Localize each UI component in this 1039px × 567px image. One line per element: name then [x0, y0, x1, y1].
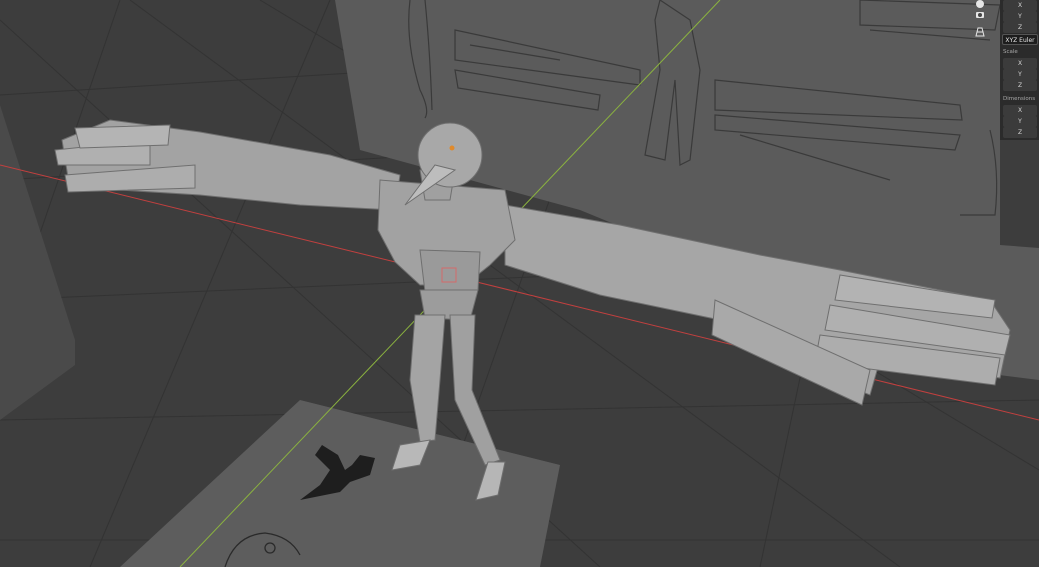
rotation-y-field[interactable]: Y: [1003, 11, 1037, 22]
scale-header: Scale: [1003, 49, 1018, 55]
scale-z-field[interactable]: Z: [1003, 80, 1037, 91]
dimensions-y-field[interactable]: Y: [1003, 116, 1037, 127]
dimensions-z-field[interactable]: Z: [1003, 127, 1037, 138]
grid-toggle-icon[interactable]: [974, 26, 986, 38]
transform-panel: X Y Z XYZ Euler Scale X Y Z Dimensions X…: [1000, 0, 1039, 140]
scale-x-field[interactable]: X: [1003, 58, 1037, 69]
object-origin[interactable]: [449, 145, 455, 151]
rotation-mode-select[interactable]: XYZ Euler: [1002, 34, 1038, 45]
scale-y-field[interactable]: Y: [1003, 69, 1037, 80]
camera-icon[interactable]: [974, 9, 986, 21]
dimensions-x-field[interactable]: X: [1003, 105, 1037, 116]
viewport-scene[interactable]: [0, 0, 1039, 567]
3d-viewport[interactable]: X Y Z XYZ Euler Scale X Y Z Dimensions X…: [0, 0, 1039, 567]
rotation-x-field[interactable]: X: [1003, 0, 1037, 11]
dimensions-header: Dimensions: [1003, 96, 1036, 102]
rotation-z-field[interactable]: Z: [1003, 22, 1037, 33]
